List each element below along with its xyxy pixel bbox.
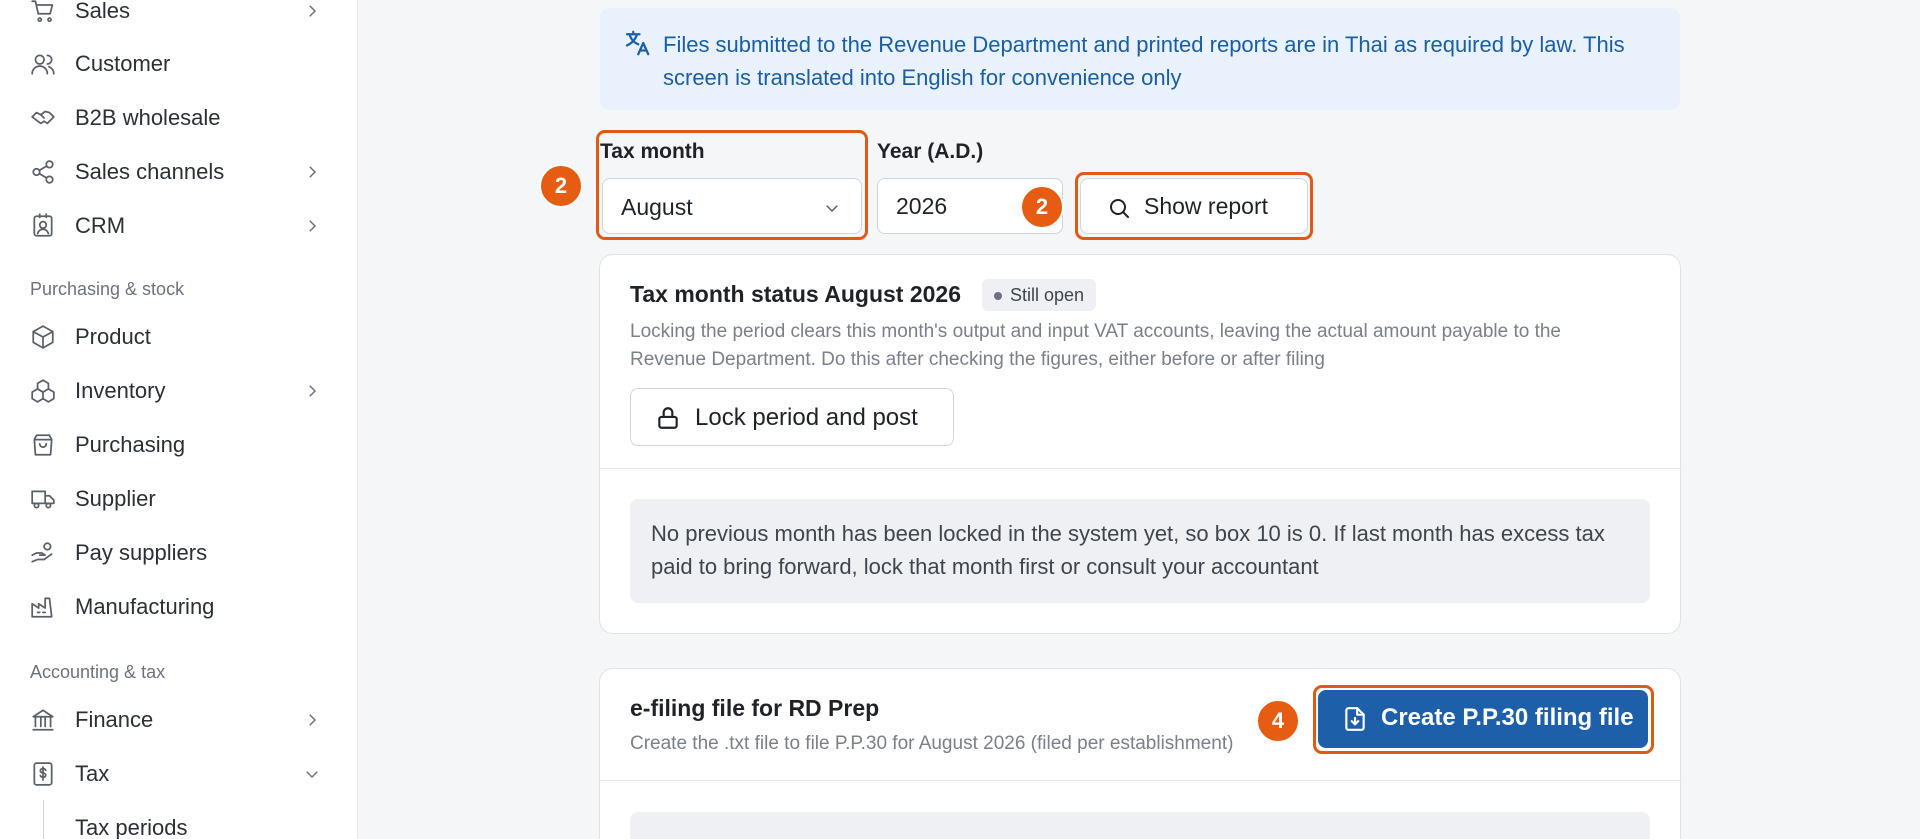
sidebar-item-inventory[interactable]: Inventory — [0, 371, 357, 411]
sidebar-item-pay-suppliers[interactable]: Pay suppliers — [0, 533, 357, 573]
previous-month-info: No previous month has been locked in the… — [630, 499, 1650, 603]
status-description: Locking the period clears this month's o… — [630, 321, 1561, 370]
step-badge-year: 2 — [1020, 185, 1064, 229]
sidebar-item-sales[interactable]: Sales — [0, 0, 357, 31]
efiling-title: e-filing file for RD Prep — [630, 695, 880, 721]
sidebar-subitem-tax-periods[interactable]: Tax periods — [75, 815, 188, 839]
create-pp30-label: Create P.P.30 filing file — [1381, 704, 1634, 731]
card-divider — [600, 780, 1682, 781]
tax-month-label: Tax month — [600, 140, 705, 163]
card-divider — [600, 468, 1682, 469]
sidebar-item-crm[interactable]: CRM — [0, 206, 357, 246]
cart-icon — [29, 0, 57, 25]
tax-month-value: August — [621, 194, 693, 220]
receipt-icon — [29, 760, 57, 788]
step-badge-month: 2 — [539, 164, 583, 208]
sidebar-item-label: B2B wholesale — [75, 105, 221, 130]
truck-icon — [29, 485, 57, 513]
share-icon — [29, 158, 57, 186]
box-icon — [29, 323, 57, 351]
sidebar-item-label: Inventory — [75, 378, 166, 403]
chevron-down-icon — [303, 765, 321, 783]
sidebar-item-tax[interactable]: Tax — [0, 754, 357, 794]
hand-coins-icon — [29, 539, 57, 567]
sidebar: Sales Customer B2B wholesale Sales chann… — [0, 0, 358, 839]
lock-period-label: Lock period and post — [695, 404, 918, 431]
sidebar-item-label: Manufacturing — [75, 594, 215, 619]
sidebar-item-label: Supplier — [75, 486, 156, 511]
file-download-icon — [1342, 706, 1368, 732]
sidebar-item-label: Sales channels — [75, 159, 225, 184]
boxes-icon — [29, 377, 57, 405]
sidebar-item-label: Purchasing — [75, 432, 186, 457]
sidebar-item-label: Sales — [75, 0, 131, 23]
sidebar-item-purchasing[interactable]: Purchasing — [0, 425, 357, 465]
notice-text: Files submitted to the Revenue Departmen… — [663, 32, 1625, 90]
sidebar-item-manufacturing[interactable]: Manufacturing — [0, 587, 357, 627]
sidebar-item-label: CRM — [75, 213, 126, 238]
chevron-right-icon — [303, 163, 321, 181]
show-report-button[interactable]: Show report — [1080, 178, 1308, 234]
section-purchasing-stock: Purchasing & stock — [30, 279, 185, 299]
lock-period-button[interactable]: Lock period and post — [630, 388, 954, 446]
previous-month-info-text: No previous month has been locked in the… — [651, 521, 1605, 579]
create-pp30-button[interactable]: Create P.P.30 filing file — [1318, 690, 1648, 748]
sidebar-item-label: Tax — [75, 761, 110, 786]
chevron-right-icon — [303, 711, 321, 729]
contact-icon — [29, 212, 57, 240]
chevron-right-icon — [303, 2, 321, 20]
factory-icon — [29, 593, 57, 621]
search-icon — [1107, 196, 1131, 220]
chevron-down-icon — [823, 199, 841, 217]
sidebar-item-finance[interactable]: Finance — [0, 700, 357, 740]
sidebar-item-b2b-wholesale[interactable]: B2B wholesale — [0, 98, 357, 138]
status-card-title: Tax month status August 2026 — [630, 281, 962, 307]
translate-icon — [622, 28, 652, 58]
efiling-info — [630, 812, 1650, 839]
sidebar-item-sales-channels[interactable]: Sales channels — [0, 152, 357, 192]
sidebar-item-supplier[interactable]: Supplier — [0, 479, 357, 519]
language-notice: Files submitted to the Revenue Departmen… — [600, 8, 1680, 110]
bag-icon — [29, 431, 57, 459]
show-report-label: Show report — [1144, 193, 1269, 219]
status-text: Still open — [1010, 284, 1085, 305]
users-icon — [29, 50, 57, 78]
step-badge-create: 4 — [1256, 699, 1300, 743]
sidebar-item-label: Customer — [75, 51, 171, 76]
lock-icon — [655, 405, 681, 431]
section-accounting-tax: Accounting & tax — [30, 662, 166, 682]
submenu-indent-line — [43, 800, 44, 839]
handshake-icon — [29, 104, 57, 132]
efiling-subtitle: Create the .txt file to file P.P.30 for … — [630, 733, 1234, 754]
chevron-right-icon — [303, 217, 321, 235]
sidebar-item-label: Pay suppliers — [75, 540, 208, 565]
tax-month-select[interactable]: August — [602, 178, 862, 234]
sidebar-item-product[interactable]: Product — [0, 317, 357, 357]
sidebar-item-label: Product — [75, 324, 151, 349]
sidebar-item-customer[interactable]: Customer — [0, 44, 357, 84]
bank-icon — [29, 706, 57, 734]
sidebar-item-label: Finance — [75, 707, 154, 732]
year-label: Year (A.D.) — [877, 140, 984, 163]
status-badge: Still open — [982, 279, 1097, 311]
status-dot — [994, 292, 1002, 300]
chevron-right-icon — [303, 382, 321, 400]
